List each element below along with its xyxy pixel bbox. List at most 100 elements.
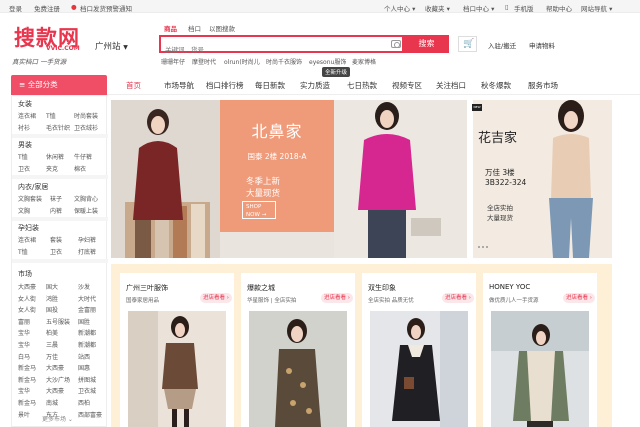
market-link[interactable]: 富丽 [18,317,30,326]
category-link[interactable]: 孕妇裤 [78,235,96,244]
personal-center-menu[interactable]: 个人中心 ▾ [384,3,415,13]
register-link[interactable]: 免费注册 [34,3,60,13]
category-link[interactable]: T恤 [18,152,28,161]
category-link[interactable]: 连衣裙 [18,111,36,120]
site-nav-menu[interactable]: 网站导航 ▾ [581,3,612,13]
market-link[interactable]: 宝华 [18,340,30,349]
market-link[interactable]: 国投 [46,305,58,314]
shipping-notice-link[interactable]: 档口发货预警通知 [80,3,132,13]
market-link[interactable]: 站西 [78,352,90,361]
market-link[interactable]: 国大 [46,282,58,291]
hot-keyword[interactable]: 麦家博格 [352,57,376,66]
store-card[interactable]: 双生印象 全店实拍 品质无忧 进店看看 › [362,273,476,427]
market-link[interactable]: 卫衣城 [78,386,96,395]
market-link[interactable]: 国胜 [78,317,90,326]
market-link[interactable]: 西柏 [78,398,90,407]
market-link[interactable]: 大西豪 [18,282,36,291]
category-link[interactable]: 打底裤 [78,247,96,256]
visit-store-button[interactable]: 进店看看 › [442,293,474,303]
category-link[interactable]: 卫衣 [50,247,62,256]
category-title-men[interactable]: 男装 [18,140,32,150]
favorites-menu[interactable]: 收藏夹 ▾ [425,3,450,13]
hot-keyword[interactable]: 珊珊年仔 [161,57,185,66]
category-link[interactable]: 文胸 [18,206,30,215]
market-link[interactable]: 大时代 [78,294,96,303]
market-link[interactable]: 南城 [46,398,58,407]
market-link[interactable]: 西部富豪 [78,410,102,419]
nav-item-autumn-winter[interactable]: 秋冬爆款 [481,80,511,91]
hot-keyword[interactable]: olrun(时尚儿 [224,57,260,66]
market-link[interactable]: 女人街 [18,305,36,314]
category-link[interactable]: 衬衫 [18,123,30,132]
hot-keyword[interactable]: eyesonu服饰 [309,57,346,66]
category-link[interactable]: 连衣裙 [18,235,36,244]
nav-item-follow-stall[interactable]: 关注档口 [436,80,466,91]
hot-keyword[interactable]: 摩登时代 [192,57,216,66]
category-link[interactable]: 卫衣 [18,164,30,173]
category-link[interactable]: 文胸背心 [74,194,98,203]
market-link[interactable]: 新金马 [18,398,36,407]
category-link[interactable]: 休闲裤 [46,152,64,161]
help-link[interactable]: 帮助中心 [546,3,572,13]
market-link[interactable]: 宝华 [18,328,30,337]
carousel-dots[interactable] [478,246,480,248]
market-link[interactable]: 女人街 [18,294,36,303]
promo-panel[interactable]: 北鼻家 国泰 2楼 2018-A 冬季上新 大量现货 SHOP NOW → [220,100,334,232]
nav-item-service-market[interactable]: 服务市场 [528,80,558,91]
nav-item-stall-rank[interactable]: 档口排行榜 [206,80,244,91]
market-link[interactable]: 新潮都 [78,340,96,349]
category-link[interactable]: 夹克 [46,164,58,173]
nav-item-market-nav[interactable]: 市场导航 [164,80,194,91]
market-link[interactable]: 万佳 [46,352,58,361]
market-link[interactable]: 新金马 [18,363,36,372]
market-link[interactable]: 柏美 [46,328,58,337]
visit-store-button[interactable]: 进店看看 › [200,293,232,303]
nav-item-daily-new[interactable]: 每日新款 [255,80,285,91]
nav-item-home[interactable]: 首页 [126,80,141,91]
market-link[interactable]: 沙发 [78,282,90,291]
more-markets-link[interactable]: 更多市场 ⌄ [42,414,73,423]
store-card[interactable]: 广州三叶服饰 国泰家居用品 进店看看 › [120,273,234,427]
mobile-link[interactable]: 手机版 [514,3,534,13]
category-link[interactable]: 卫衣绒衫 [74,123,98,132]
category-link[interactable]: 毛衣针织 [46,123,70,132]
category-title-women[interactable]: 女装 [18,99,32,109]
all-categories-button[interactable]: ≡ 全部分类 [11,75,107,95]
camera-icon[interactable] [391,40,401,48]
visit-store-button[interactable]: 进店看看 › [321,293,353,303]
nav-item-hot-7days[interactable]: 七日热款 [347,80,377,91]
hot-keyword[interactable]: 时尚千衣服饰 [266,57,302,66]
nav-item-video[interactable]: 视频专区 [392,80,422,91]
market-link[interactable]: 鸿胜 [46,294,58,303]
store-card[interactable]: 爆款之城 华星服饰 | 全店实拍 进店看看 › [241,273,355,427]
search-input[interactable] [161,43,371,57]
market-link[interactable]: 三晨 [46,340,58,349]
category-title-underwear[interactable]: 内衣/家居 [18,182,48,192]
search-button[interactable]: 搜索 [404,35,449,53]
market-link[interactable]: 国惠 [78,363,90,372]
nav-item-quality[interactable]: 实力质造 [300,80,330,91]
apply-materials-link[interactable]: 申请物料 [529,40,555,50]
category-title-market[interactable]: 市场 [18,269,32,279]
enter-link[interactable]: 入驻/搬迁 [488,40,516,50]
market-link[interactable]: 新金马 [18,375,36,384]
category-link[interactable]: T恤 [18,247,28,256]
market-link[interactable]: 新潮都 [78,328,96,337]
login-link[interactable]: 登录 [9,3,22,13]
market-link[interactable]: 五号服装 [46,317,70,326]
category-link[interactable]: 棉衣 [74,164,86,173]
category-link[interactable]: 内裤 [50,206,62,215]
market-link[interactable]: 拼图城 [78,375,96,384]
cart-button[interactable]: 🛒 [458,36,477,52]
market-link[interactable]: 白马 [18,352,30,361]
search-tab-image[interactable]: 以图搜款 [209,23,235,33]
market-link[interactable]: 景叶 [18,410,30,419]
category-link[interactable]: T恤 [46,111,56,120]
category-link[interactable]: 袜子 [50,194,62,203]
visit-store-button[interactable]: 进店看看 › [563,293,595,303]
market-link[interactable]: 金富丽 [78,305,96,314]
category-link[interactable]: 套装 [50,235,62,244]
category-link[interactable]: 保暖上装 [74,206,98,215]
category-link[interactable]: 文胸套装 [18,194,42,203]
market-link[interactable]: 大西豪 [46,386,64,395]
